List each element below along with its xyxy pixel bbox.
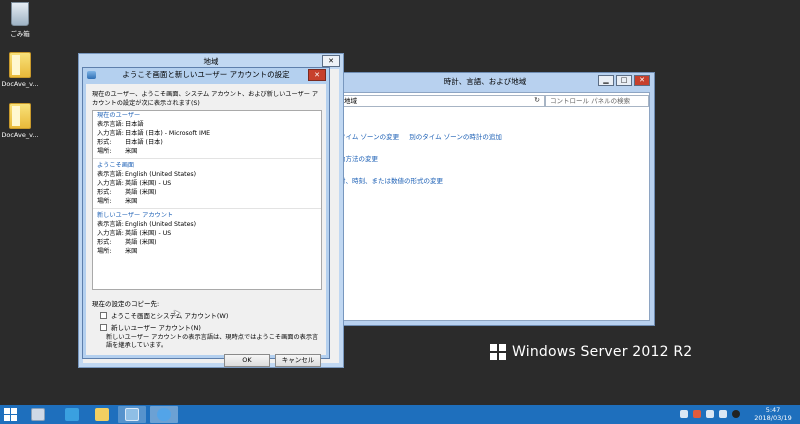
taskbar-control-panel[interactable] [118, 406, 146, 423]
info-row: 表示言語: 日本語 [97, 121, 144, 128]
info-row: 表示言語: English (United States) [97, 171, 197, 178]
section-heading: ようこそ画面 [97, 162, 135, 169]
recycle-bin-label: ごみ箱 [10, 30, 30, 38]
taskbar: 5:47 2018/03/19 [0, 405, 800, 424]
info-row: 形式: 英語 (米国) [97, 189, 157, 196]
folder-icon [9, 52, 31, 78]
powershell-icon [65, 408, 79, 421]
section-current-user: 現在のユーザー 表示言語: 日本語 入力言語: 日本語 (日本) - Microso… [93, 111, 321, 159]
info-row: 形式: 英語 (米国) [97, 239, 157, 246]
info-row: 表示言語: English (United States) [97, 221, 197, 228]
taskbar-file-explorer[interactable] [88, 406, 116, 423]
info-row: 入力言語: 英語 (米国) - US [97, 230, 172, 237]
info-row: 場所: 米国 [97, 148, 138, 155]
link-change-input-method[interactable]: 力方法の変更 [339, 155, 378, 163]
section-new-user-accounts: 新しいユーザー アカウント 表示言語: English (United State… [93, 211, 321, 258]
inheritance-note: 新しいユーザー アカウントの表示言語は、現時点ではようこそ画面の表示言語を継承し… [106, 334, 319, 349]
cancel-button[interactable]: キャンセル [275, 354, 321, 367]
docave-folder-desktop-icon-2[interactable]: DocAve_v... [0, 103, 40, 139]
control-panel-title-buttons: ▁ □ ✕ [598, 75, 650, 86]
welcome-system-checkbox[interactable] [100, 311, 107, 319]
dialog-close-button[interactable]: ✕ [308, 69, 326, 81]
dialog-title: ようこそ画面と新しいユーザー アカウントの設定 [122, 70, 290, 79]
copy-settings-heading: 現在の設定のコピー先: [92, 300, 160, 308]
dialog-description: 現在のユーザー、ようこそ画面、システム アカウント、および新しいユーザー アカウ… [92, 91, 319, 107]
ok-button[interactable]: OK [224, 354, 270, 367]
docave-folder-label-1: DocAve_v... [1, 80, 39, 88]
folder-icon [95, 408, 109, 421]
tray-monitor-icon[interactable] [706, 410, 714, 418]
server-manager-icon [31, 408, 45, 421]
tray-flag-icon[interactable] [693, 410, 701, 418]
region-close-button[interactable]: ✕ [322, 55, 340, 67]
info-row: 形式: 日本語 (日本) [97, 139, 163, 146]
control-panel-window[interactable]: 時計、言語、および地域 ▁ □ ✕ 地域 ↻ コントロール パネルの検索 タイム… [315, 72, 655, 326]
section-heading: 現在のユーザー [97, 112, 141, 119]
windows-server-branding: Windows Server 2012 R2 [490, 344, 692, 360]
taskbar-region[interactable] [150, 406, 178, 423]
control-panel-body: 地域 ↻ コントロール パネルの検索 タイム ゾーンの変更 別のタイム ゾーンの… [320, 92, 650, 321]
docave-folder-desktop-icon-1[interactable]: DocAve_v... [0, 52, 40, 88]
tray-speaker-icon[interactable] [719, 410, 727, 418]
recycle-bin-desktop-icon[interactable]: ごみ箱 [0, 2, 40, 38]
welcome-system-checkbox-label[interactable]: ようこそ画面とシステム アカウント(W) [111, 310, 228, 320]
windows-logo-icon [490, 344, 506, 360]
tray-app-icon[interactable] [680, 410, 688, 418]
minimize-button[interactable]: ▁ [598, 75, 614, 86]
start-button[interactable] [4, 408, 18, 421]
info-row: 入力言語: 英語 (米国) - US [97, 180, 172, 187]
branding-text: Windows Server 2012 R2 [512, 344, 693, 360]
new-user-checkbox[interactable] [100, 323, 107, 331]
close-button[interactable]: ✕ [634, 75, 650, 86]
link-change-date-format[interactable]: 付、時刻、または数値の形式の変更 [339, 177, 443, 185]
dialog-title-bar: ようこそ画面と新しいユーザー アカウントの設定 [83, 68, 329, 82]
region-globe-icon [87, 71, 96, 79]
welcome-settings-dialog[interactable]: ようこそ画面と新しいユーザー アカウントの設定 ✕ 現在のユーザー、ようこそ画面… [82, 67, 330, 367]
link-change-time-zone[interactable]: タイム ゾーンの変更 [339, 133, 399, 141]
new-user-checkbox-row[interactable]: 新しいユーザー アカウント(N) [100, 322, 201, 332]
taskbar-powershell[interactable] [58, 406, 86, 423]
taskbar-server-manager[interactable] [24, 406, 52, 423]
address-bar[interactable]: 地域 [339, 95, 545, 107]
docave-folder-label-2: DocAve_v... [1, 131, 39, 139]
maximize-button[interactable]: □ [616, 75, 632, 86]
clock-date: 2018/03/19 [754, 414, 792, 422]
mouse-pointer-icon: ➤ [173, 309, 181, 319]
tray-network-icon[interactable] [732, 410, 740, 418]
control-panel-links: タイム ゾーンの変更 別のタイム ゾーンの時計の追加 力方法の変更 付、時刻、ま… [339, 131, 649, 197]
link-add-clock[interactable]: 別のタイム ゾーンの時計の追加 [409, 133, 502, 141]
control-panel-icon [125, 408, 139, 421]
info-row: 入力言語: 日本語 (日本) - Microsoft IME [97, 130, 211, 137]
section-heading: 新しいユーザー アカウント [97, 212, 174, 219]
search-input[interactable]: コントロール パネルの検索 [545, 95, 649, 107]
globe-icon [157, 408, 171, 421]
system-tray [680, 410, 740, 418]
new-user-checkbox-label[interactable]: 新しいユーザー アカウント(N) [111, 322, 201, 332]
folder-icon [9, 103, 31, 129]
settings-info-box: 現在のユーザー 表示言語: 日本語 入力言語: 日本語 (日本) - Microso… [92, 110, 322, 290]
taskbar-clock[interactable]: 5:47 2018/03/19 [748, 406, 798, 422]
welcome-system-checkbox-row[interactable]: ようこそ画面とシステム アカウント(W) [100, 310, 228, 320]
recycle-bin-icon [11, 2, 29, 26]
info-row: 場所: 米国 [97, 248, 138, 255]
dialog-body: 現在のユーザー、ようこそ画面、システム アカウント、および新しいユーザー アカウ… [86, 84, 326, 367]
clock-time: 5:47 [765, 406, 781, 414]
info-row: 場所: 米国 [97, 198, 138, 205]
section-welcome-screen: ようこそ画面 表示言語: English (United States) 入力言語… [93, 161, 321, 209]
refresh-icon[interactable]: ↻ [530, 95, 544, 107]
